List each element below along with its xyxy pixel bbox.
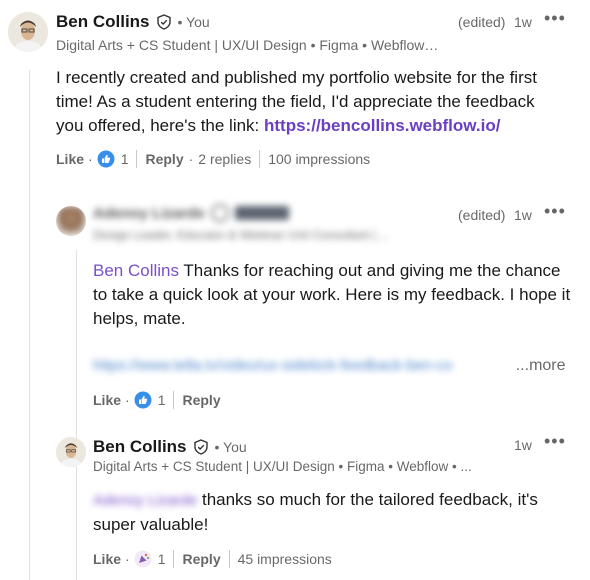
replies-count[interactable]: 2 replies xyxy=(198,151,251,167)
more-options-button[interactable]: ••• xyxy=(544,8,566,29)
verified-shield-icon xyxy=(210,204,229,222)
reply-button[interactable]: Reply xyxy=(182,392,220,408)
reply-actions: Like · 1 Reply 45 impressions xyxy=(93,550,332,568)
author-header: Adenoy Lizarde xyxy=(93,204,289,222)
more-horizontal-icon: ••• xyxy=(544,8,566,28)
more-horizontal-icon: ••• xyxy=(544,431,566,451)
like-reaction-icon xyxy=(134,391,152,409)
you-label: • You xyxy=(214,439,247,455)
edited-label: (edited) xyxy=(458,14,506,30)
impressions-count[interactable]: 100 impressions xyxy=(268,151,370,167)
timestamp: 1w xyxy=(514,14,532,30)
divider xyxy=(228,550,230,568)
reply-body: Ben Collins Thanks for reaching out and … xyxy=(93,259,573,331)
impressions-count[interactable]: 45 impressions xyxy=(238,551,332,567)
reply-button[interactable]: Reply xyxy=(182,551,220,567)
divider xyxy=(173,550,175,568)
more-horizontal-icon: ••• xyxy=(544,201,566,221)
like-button[interactable]: Like xyxy=(93,551,121,567)
like-button[interactable]: Like xyxy=(93,392,121,408)
author-badge xyxy=(234,206,289,220)
more-options-button[interactable]: ••• xyxy=(544,431,566,452)
avatar[interactable] xyxy=(8,12,48,52)
author-headline: Design Leader, Educator & Webinar Unit C… xyxy=(93,228,390,242)
reply-body: Adenoy Lizarde thanks so much for the ta… xyxy=(93,488,563,537)
comment-body: I recently created and published my port… xyxy=(56,66,556,138)
divider xyxy=(259,150,261,168)
verified-shield-icon xyxy=(193,439,209,455)
like-reaction-icon xyxy=(97,150,115,168)
author-name[interactable]: Ben Collins xyxy=(56,12,150,32)
mention-link[interactable]: Ben Collins xyxy=(93,261,179,280)
reply-actions: Like · 1 Reply xyxy=(93,391,221,409)
divider xyxy=(173,391,175,409)
reply-header: Ben Collins • You xyxy=(93,437,247,457)
portfolio-link[interactable]: https://bencollins.webflow.io/ xyxy=(264,116,500,135)
like-count[interactable]: 1 xyxy=(121,151,129,167)
more-options-button[interactable]: ••• xyxy=(544,201,566,222)
comment-actions: Like · 1 Reply · 2 replies 100 impressio… xyxy=(56,150,371,168)
celebrate-reaction-icon xyxy=(134,550,152,568)
comment-header: Ben Collins • You xyxy=(56,12,210,32)
author-name[interactable]: Adenoy Lizarde xyxy=(93,205,205,222)
verified-shield-icon xyxy=(156,14,172,30)
mention-link[interactable]: Adenoy Lizarde xyxy=(93,492,197,509)
see-more-button[interactable]: ...more xyxy=(516,357,566,374)
divider xyxy=(136,150,138,168)
thread-line xyxy=(29,70,30,580)
you-label: • You xyxy=(177,14,210,30)
thread-line xyxy=(76,250,77,580)
author-headline: Digital Arts + CS Student | UX/UI Design… xyxy=(56,37,439,53)
avatar[interactable] xyxy=(56,437,86,467)
reply-link-row: https://www.tella.tv/video/ux-sidekick-f… xyxy=(93,353,573,378)
like-button[interactable]: Like xyxy=(56,151,84,167)
author-name[interactable]: Ben Collins xyxy=(93,437,187,457)
edited-label: (edited) xyxy=(458,207,506,223)
timestamp: 1w xyxy=(514,437,532,453)
reply-button[interactable]: Reply xyxy=(145,151,183,167)
avatar[interactable] xyxy=(56,206,86,236)
like-count[interactable]: 1 xyxy=(158,392,166,408)
author-headline: Digital Arts + CS Student | UX/UI Design… xyxy=(93,459,472,474)
timestamp: 1w xyxy=(514,207,532,223)
like-count[interactable]: 1 xyxy=(158,551,166,567)
feedback-video-link[interactable]: https://www.tella.tv/video/ux-sidekick-f… xyxy=(93,354,511,378)
